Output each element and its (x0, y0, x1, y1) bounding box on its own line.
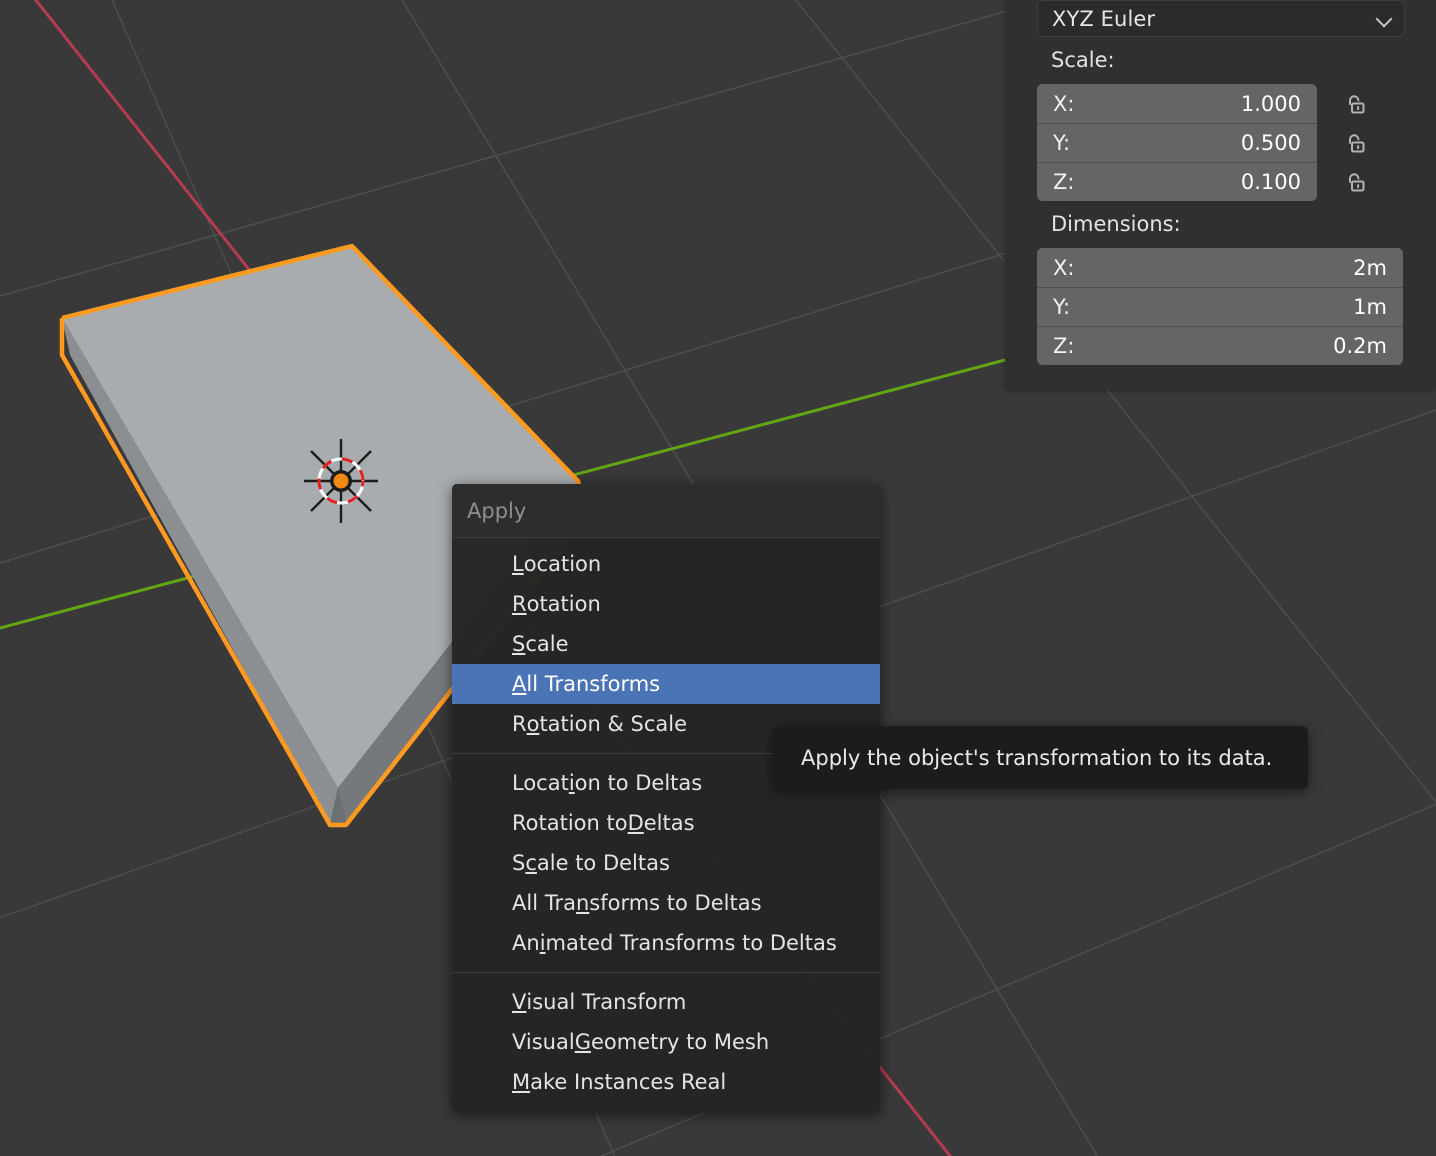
scale-y-key: Y: (1053, 131, 1071, 155)
accelerator-key: A (512, 672, 527, 696)
menu-item-scale-to-deltas[interactable]: Sc ale to Deltas (452, 843, 880, 883)
scale-x-field[interactable]: X: 1.000 (1037, 84, 1317, 123)
menu-item-visual-geometry-to-mesh[interactable]: Visual Geometry to Mesh (452, 1022, 880, 1062)
dimensions-y-field[interactable]: Y: 1m (1037, 287, 1403, 326)
scale-z-key: Z: (1053, 170, 1075, 194)
dimensions-y-value: 1m (1353, 295, 1387, 319)
accelerator-key: S (512, 632, 526, 656)
accelerator-key: o (526, 712, 540, 736)
menu-item-animated-transforms-to-deltas[interactable]: An i mated Transforms to Deltas (452, 923, 880, 963)
dimensions-field-group: X: 2m Y: 1m Z: 0.2m (1037, 248, 1403, 365)
dimensions-z-value: 0.2m (1333, 334, 1387, 358)
accelerator-key: c (525, 851, 537, 875)
scale-y-lock-button[interactable] (1343, 123, 1383, 162)
menu-item-all-transforms-to-deltas[interactable]: All Tra n sforms to Deltas (452, 883, 880, 923)
accelerator-key: G (574, 1030, 591, 1054)
apply-context-menu: Apply Location Rotation Scale All Transform… (452, 484, 880, 1112)
unlocked-padlock-icon (1349, 133, 1365, 152)
accelerator-key: L (512, 552, 524, 576)
dimensions-x-key: X: (1053, 255, 1075, 280)
dimensions-z-field[interactable]: Z: 0.2m (1037, 326, 1403, 365)
scale-z-field[interactable]: Z: 0.100 (1037, 162, 1317, 201)
menu-item-list: Location Rotation Scale All Transforms Ro tat… (452, 538, 880, 1102)
menu-item-rotation-to-deltas[interactable]: Rotation to Deltas (452, 803, 880, 843)
scale-y-value: 0.500 (1240, 131, 1301, 155)
scale-y-field[interactable]: Y: 0.500 (1037, 123, 1317, 162)
scale-x-lock-button[interactable] (1343, 84, 1383, 123)
menu-item-rotation[interactable]: Rotation (452, 584, 880, 624)
tooltip: Apply the object's transformation to its… (773, 726, 1308, 789)
unlocked-padlock-icon (1349, 172, 1365, 191)
menu-item-visual-transform[interactable]: Visual Transform (452, 982, 880, 1022)
accelerator-key: V (512, 990, 527, 1014)
menu-item-location[interactable]: Location (452, 544, 880, 584)
menu-separator (452, 972, 880, 973)
blender-window: XYZ Euler Scale: X: 1.000 Y: 0.500 Z: 0.… (0, 0, 1436, 1156)
scale-x-value: 1.000 (1240, 91, 1301, 116)
scale-lock-column (1343, 84, 1383, 201)
menu-item-scale[interactable]: Scale (452, 624, 880, 664)
scale-z-lock-button[interactable] (1343, 162, 1383, 201)
dimensions-x-field[interactable]: X: 2m (1037, 248, 1403, 287)
accelerator-key: i (568, 771, 575, 795)
rotation-mode-label: XYZ Euler (1052, 6, 1156, 31)
scale-field-group: X: 1.000 Y: 0.500 Z: 0.100 (1037, 84, 1317, 201)
accelerator-key: M (512, 1070, 531, 1094)
tooltip-text: Apply the object's transformation to its… (801, 745, 1273, 770)
dimensions-y-key: Y: (1053, 295, 1071, 319)
chevron-down-icon (1376, 13, 1394, 25)
rotation-mode-dropdown[interactable]: XYZ Euler (1037, 0, 1405, 37)
scale-x-key: X: (1053, 91, 1075, 116)
unlocked-padlock-icon (1349, 94, 1365, 113)
scale-section-label: Scale: (1051, 48, 1115, 72)
accelerator-key: R (512, 592, 527, 616)
dimensions-section-label: Dimensions: (1051, 212, 1181, 236)
menu-item-all-transforms[interactable]: All Transforms (452, 664, 880, 704)
dimensions-x-value: 2m (1353, 255, 1387, 280)
accelerator-key: i (539, 931, 546, 955)
scale-z-value: 0.100 (1240, 170, 1301, 194)
accelerator-key: n (575, 891, 590, 915)
accelerator-key: D (627, 811, 644, 835)
dimensions-z-key: Z: (1053, 334, 1075, 358)
menu-item-make-instances-real[interactable]: Make Instances Real (452, 1062, 880, 1102)
transform-sidebar-panel: XYZ Euler Scale: X: 1.000 Y: 0.500 Z: 0.… (1005, 0, 1436, 390)
menu-title: Apply (452, 484, 880, 538)
